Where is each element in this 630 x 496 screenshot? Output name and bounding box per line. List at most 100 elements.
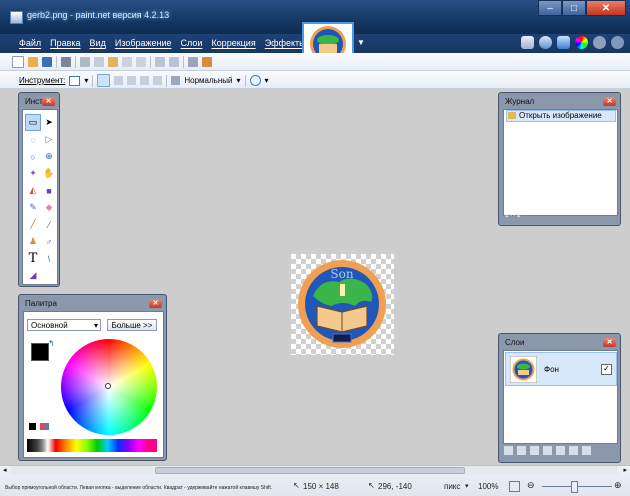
tool-label: Инструмент: — [19, 76, 66, 85]
image-canvas[interactable]: Son — [291, 254, 394, 355]
gradient-icon[interactable]: ■ — [41, 182, 57, 199]
selection-mode-exclude-icon[interactable] — [127, 76, 137, 85]
ruler-icon[interactable] — [202, 57, 212, 67]
chevron-down-icon[interactable]: ▾ — [465, 482, 469, 490]
grid-icon[interactable] — [188, 57, 198, 67]
layers-window-icon[interactable] — [557, 36, 570, 49]
tool-options: Инструмент: ▾ Нормальный ▾ ▾ — [19, 74, 269, 87]
shapes-icon[interactable]: ◢ — [25, 267, 41, 284]
window-title: gerb2.png - paint.net версия 4.2.13 — [27, 10, 170, 20]
menu-view[interactable]: Вид — [90, 38, 106, 48]
undo-redo-icons[interactable]: ↶ ↷ — [505, 212, 521, 221]
menu-edit[interactable]: Правка — [50, 38, 80, 48]
fit-window-icon[interactable] — [509, 481, 520, 492]
scrollbar-thumb[interactable] — [155, 467, 465, 474]
open-file-icon[interactable] — [28, 57, 38, 67]
cut-icon[interactable] — [80, 57, 90, 67]
undo-icon[interactable] — [155, 57, 165, 67]
rectangle-select-icon[interactable]: ▭ — [25, 114, 41, 131]
toolbar-buttons — [12, 56, 212, 68]
text-icon[interactable]: T — [25, 250, 41, 267]
tools-window-close-button[interactable]: ✕ — [42, 97, 55, 106]
lasso-select-icon[interactable]: ◌ — [25, 131, 41, 148]
colors-window-icon[interactable] — [575, 36, 588, 49]
scroll-right-icon[interactable]: ▸ — [623, 466, 627, 474]
selected-tool-icon[interactable] — [69, 75, 81, 86]
history-window-close-button[interactable]: ✕ — [603, 97, 616, 106]
layers-window-close-button[interactable]: ✕ — [603, 338, 616, 347]
selection-mode-replace-icon[interactable] — [97, 74, 111, 87]
crop-icon[interactable] — [122, 57, 132, 67]
history-window-icon[interactable] — [539, 36, 552, 49]
color-wheel-cursor[interactable] — [105, 383, 111, 389]
copy-icon[interactable] — [94, 57, 104, 67]
zoom-icon[interactable]: ⊕ — [41, 148, 57, 165]
palette-window-close-button[interactable]: ✕ — [149, 299, 162, 308]
color-mode-select[interactable]: Основной ▾ — [27, 319, 101, 331]
selection-mode-union-icon[interactable] — [114, 76, 124, 85]
deselect-icon[interactable] — [136, 57, 146, 67]
add-layer-icon[interactable] — [504, 446, 513, 455]
svg-text:Son: Son — [330, 267, 353, 281]
antialiasing-icon[interactable] — [249, 75, 261, 86]
zoom-slider-thumb[interactable] — [571, 481, 578, 493]
chevron-down-icon[interactable]: ▾ — [84, 76, 88, 85]
settings-icon[interactable] — [593, 36, 606, 49]
delete-layer-icon[interactable] — [517, 446, 526, 455]
image-list-dropdown-icon[interactable]: ▼ — [357, 38, 365, 47]
selection-mode-intersect-icon[interactable] — [140, 76, 150, 85]
layer-properties-icon[interactable] — [582, 446, 591, 455]
maximize-button[interactable]: □ — [562, 0, 586, 16]
magic-wand-icon[interactable]: ✦ — [25, 165, 41, 182]
primary-color-swatch[interactable] — [31, 343, 49, 361]
selection-mode-xor-icon[interactable] — [153, 76, 163, 85]
ellipse-select-icon[interactable]: ○ — [25, 148, 41, 165]
menu-adjustments[interactable]: Коррекция — [211, 38, 255, 48]
line-curve-icon[interactable]: \ — [41, 250, 57, 267]
print-icon[interactable] — [61, 57, 71, 67]
reset-colors-icon[interactable] — [29, 423, 36, 430]
history-item[interactable]: Открыть изображение — [506, 110, 616, 122]
save-icon[interactable] — [42, 57, 52, 67]
scroll-left-icon[interactable]: ◂ — [3, 466, 7, 474]
move-layer-up-icon[interactable] — [556, 446, 565, 455]
more-button[interactable]: Больше >> — [107, 319, 157, 331]
menu-file[interactable]: Файл — [19, 38, 41, 48]
zoom-out-icon[interactable]: ⊖ — [527, 480, 535, 491]
color-picker-icon[interactable]: ⁄ — [41, 216, 57, 233]
chevron-down-icon[interactable]: ▾ — [236, 76, 240, 85]
move-selection-icon[interactable]: ➤ — [41, 114, 57, 131]
eraser-icon[interactable]: ◆ — [41, 199, 57, 216]
layer-visibility-checkbox[interactable]: ✓ — [601, 364, 612, 375]
palette-menu-icon[interactable] — [40, 423, 49, 430]
minimize-button[interactable]: – — [538, 0, 562, 16]
close-button[interactable]: ✕ — [586, 0, 626, 16]
zoom-in-icon[interactable]: ⊕ — [614, 480, 622, 491]
clone-stamp-icon[interactable]: ♟ — [25, 233, 41, 250]
pan-icon[interactable]: ✋ — [41, 165, 57, 182]
chevron-down-icon[interactable]: ▾ — [265, 76, 269, 85]
new-file-icon[interactable] — [12, 56, 24, 68]
recolor-icon[interactable]: ♂ — [41, 233, 57, 250]
redo-icon[interactable] — [169, 57, 179, 67]
swap-colors-icon[interactable]: ↰ — [48, 339, 55, 348]
paintbrush-icon[interactable]: ✎ — [25, 199, 41, 216]
help-icon[interactable] — [611, 36, 624, 49]
blend-mode-select[interactable]: Нормальный — [184, 76, 232, 85]
units-select[interactable]: пикс — [444, 482, 460, 491]
paste-icon[interactable] — [108, 57, 118, 67]
color-wheel[interactable] — [61, 339, 157, 435]
pencil-icon[interactable]: ╱ — [25, 216, 41, 233]
toolbar-divider — [183, 56, 184, 68]
move-selection-outline-icon[interactable]: ▷ — [41, 131, 57, 148]
move-layer-down-icon[interactable] — [569, 446, 578, 455]
menu-layers[interactable]: Слои — [181, 38, 203, 48]
layer-item[interactable]: Фон ✓ — [505, 352, 617, 386]
menu-effects[interactable]: Эффекты — [265, 38, 306, 48]
palette-swatches[interactable] — [27, 439, 157, 452]
paint-bucket-icon[interactable]: ◭ — [25, 182, 41, 199]
menu-image[interactable]: Изображение — [115, 38, 172, 48]
duplicate-layer-icon[interactable] — [530, 446, 539, 455]
tools-window-icon[interactable] — [521, 36, 534, 49]
merge-layer-icon[interactable] — [543, 446, 552, 455]
